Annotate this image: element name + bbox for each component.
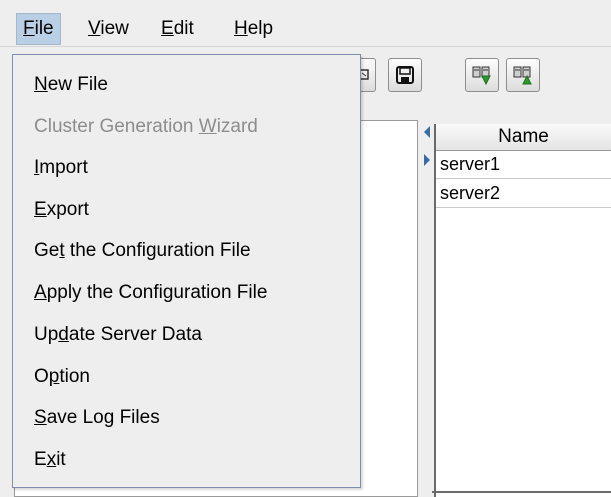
toolbar-save-button[interactable] <box>388 58 422 92</box>
expand-right-arrow-icon[interactable] <box>424 154 430 166</box>
menu-item-label-accel: p <box>48 366 60 387</box>
menu-item-label-post: ew File <box>47 74 108 95</box>
menu-edit-label-accel: E <box>161 18 174 39</box>
server-table: Name server1 server2 <box>434 124 611 497</box>
menu-item-label-post: tion <box>59 366 90 387</box>
menu-item-label-post: ate Server Data <box>68 324 202 345</box>
menu-item-label-pre: E <box>34 449 47 470</box>
menu-item-label-accel: N <box>34 74 48 95</box>
menu-item-label-pre: Up <box>34 324 59 345</box>
menu-item-label-accel: d <box>58 324 69 345</box>
menu-file-label-post: ile <box>34 18 54 39</box>
menu-help-label-post: elp <box>247 18 274 39</box>
menu-item-label-accel: A <box>34 282 47 303</box>
collapse-left-arrow-icon[interactable] <box>424 126 430 138</box>
menu-item-new-file[interactable]: New File <box>34 70 108 100</box>
menu-item-label-post: it <box>56 449 66 470</box>
menu-item-update-server-data[interactable]: Update Server Data <box>34 320 202 350</box>
menu-item-label-post: pply the Configuration File <box>46 282 268 303</box>
menu-item-export[interactable]: Export <box>34 195 89 225</box>
menu-item-label-pre: Ge <box>34 240 60 261</box>
menu-file-label-accel: F <box>23 18 35 39</box>
upload-servers-icon <box>513 66 532 85</box>
save-icon <box>396 66 414 84</box>
menu-view-label-post: iew <box>100 18 129 39</box>
splitter[interactable] <box>418 120 432 497</box>
menu-item-import[interactable]: Import <box>34 153 88 183</box>
table-cell-name: server2 <box>440 183 501 203</box>
menu-bar: File View Edit Help <box>0 0 611 46</box>
table-bottom-border <box>432 491 611 493</box>
menu-item-get-configuration-file[interactable]: Get the Configuration File <box>34 236 251 266</box>
menu-help[interactable]: Help <box>228 14 279 44</box>
menu-item-label-pre: O <box>34 366 49 387</box>
menu-edit[interactable]: Edit <box>155 14 200 44</box>
table-cell-name: server1 <box>440 154 501 174</box>
menubar-divider <box>0 46 611 47</box>
toolbar-download-servers-button[interactable] <box>465 58 499 92</box>
table-row[interactable]: server2 <box>436 179 611 208</box>
file-menu-dropdown: New File Cluster Generation Wizard Impor… <box>12 54 361 488</box>
menu-item-label-post: xport <box>46 199 89 220</box>
menu-item-option[interactable]: Option <box>34 362 90 392</box>
menu-item-label-post: mport <box>39 157 88 178</box>
menu-view[interactable]: View <box>82 14 135 44</box>
menu-item-label-post: the Configuration File <box>64 240 251 261</box>
menu-item-save-log-files[interactable]: Save Log Files <box>34 403 160 433</box>
table-row[interactable]: server1 <box>436 150 611 179</box>
menu-item-apply-configuration-file[interactable]: Apply the Configuration File <box>34 278 267 308</box>
menu-help-label-accel: H <box>234 18 248 39</box>
menu-item-label-post: izard <box>216 116 258 137</box>
menu-item-label-accel: E <box>34 199 47 220</box>
column-header-name[interactable]: Name <box>436 124 611 151</box>
toolbar-upload-servers-button[interactable] <box>506 58 540 92</box>
menu-item-label-accel: W <box>198 116 217 137</box>
menu-item-label-pre: Cluster Generation <box>34 116 199 137</box>
menu-view-label-accel: V <box>88 18 101 39</box>
menu-item-label-accel: x <box>46 449 57 470</box>
menu-item-exit[interactable]: Exit <box>34 445 66 475</box>
menu-edit-label-post: dit <box>173 18 194 39</box>
download-servers-icon <box>472 66 491 86</box>
menu-file[interactable]: File <box>16 13 61 45</box>
menu-item-label-accel: S <box>34 407 47 428</box>
menu-item-cluster-generation-wizard: Cluster Generation Wizard <box>34 112 258 142</box>
menu-item-label-post: ave Log Files <box>46 407 160 428</box>
